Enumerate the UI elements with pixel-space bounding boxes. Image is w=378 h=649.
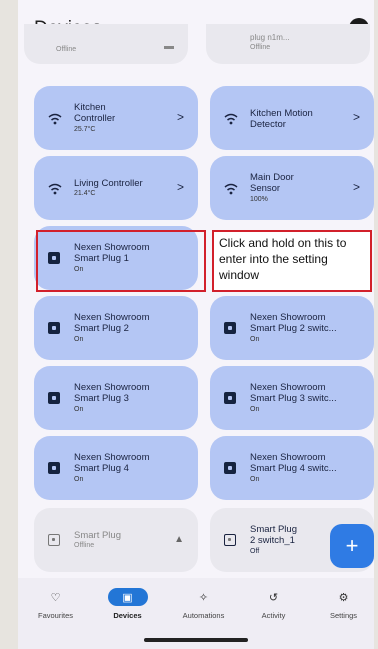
phone-screen: Devices NEXEN Offline plug n1m... Offlin… [18,0,374,649]
device-tile-living-controller[interactable]: Living Controller 21.4°C > [34,156,198,220]
plug-icon [224,322,238,336]
device-tile-main-door[interactable]: Main Door Sensor 100% > [210,156,374,220]
device-tile-kitchen-motion[interactable]: Kitchen Motion Detector > [210,86,374,150]
chevron-right-icon: > [176,110,184,124]
device-tile-smart-plug-3-switch[interactable]: Nexen Showroom Smart Plug 3 switc... On [210,366,374,430]
wifi-icon [48,183,62,195]
wifi-icon [224,183,238,195]
nav-activity[interactable]: ↺ Activity [238,588,309,628]
plug-icon [224,534,238,548]
chevron-right-icon: > [352,180,360,194]
device-tile-smart-plug-4[interactable]: Nexen Showroom Smart Plug 4 On [34,436,198,500]
home-indicator[interactable] [144,638,248,642]
highlight-box [36,230,206,292]
annotation-callout: Click and hold on this to enter into the… [212,230,372,292]
minus-icon [164,46,174,49]
warning-icon: ▲ [174,534,184,545]
nav-settings[interactable]: ⚙ Settings [308,588,374,628]
device-tile-smart-plug-4-switch[interactable]: Nexen Showroom Smart Plug 4 switc... On [210,436,374,500]
plug-icon [48,462,62,476]
history-icon: ↺ [268,591,279,604]
sparkle-icon: ✧ [198,591,209,604]
plug-icon [48,534,62,548]
device-tile-smart-plug-offline[interactable]: Smart Plug Offline ▲ [34,508,198,572]
device-tile-offline-2[interactable]: plug n1m... Offline [206,24,370,64]
nav-automations[interactable]: ✧ Automations [168,588,239,628]
plug-icon [224,392,238,406]
device-tile-offline-1[interactable]: Offline [24,24,188,64]
devices-icon: ▣ [107,588,148,606]
nav-devices[interactable]: ▣ Devices [92,588,163,628]
add-device-button[interactable]: + [330,524,374,568]
plug-icon [224,462,238,476]
device-tile-smart-plug-2-switch[interactable]: Nexen Showroom Smart Plug 2 switc... On [210,296,374,360]
nav-favourites[interactable]: ♡ Favourites [20,588,91,628]
chevron-right-icon: > [176,180,184,194]
device-tile-smart-plug-3[interactable]: Nexen Showroom Smart Plug 3 On [34,366,198,430]
heart-icon: ♡ [50,591,61,604]
wifi-icon [224,113,238,125]
plug-icon [48,392,62,406]
chevron-right-icon: > [352,110,360,124]
gear-icon: ⚙ [338,591,349,604]
plug-icon [48,322,62,336]
device-tile-kitchen-controller[interactable]: Kitchen Controller 25.7°C > [34,86,198,150]
wifi-icon [48,113,62,125]
device-tile-smart-plug-2[interactable]: Nexen Showroom Smart Plug 2 On [34,296,198,360]
